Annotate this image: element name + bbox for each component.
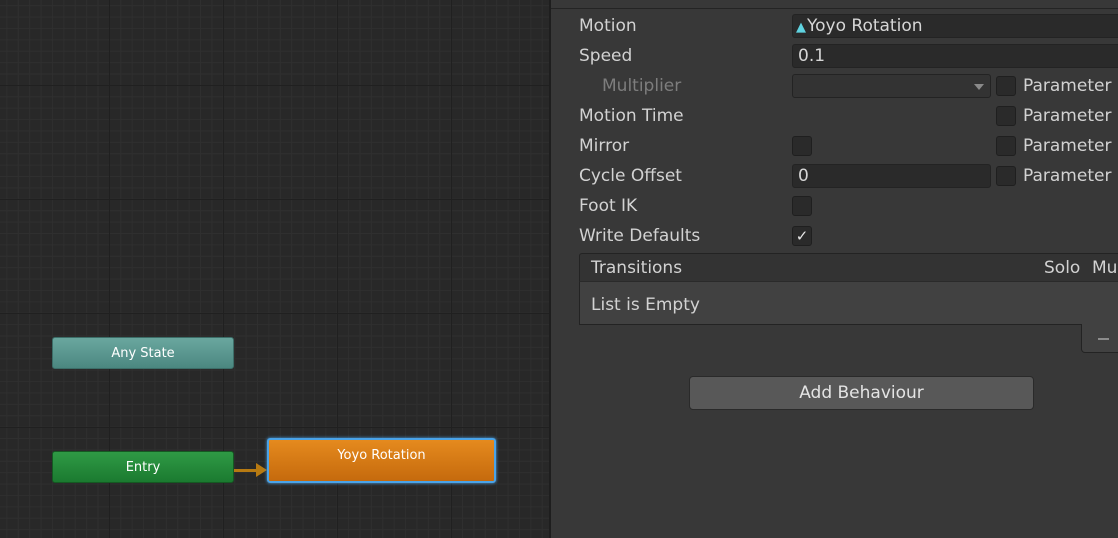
mirror-label: Mirror: [579, 136, 630, 156]
transition-arrow-icon: [256, 463, 267, 477]
multiplier-label: Multiplier: [602, 76, 682, 96]
transitions-title: Transitions: [591, 258, 683, 278]
motion-label: Motion: [579, 16, 637, 36]
checkmark-icon: ✓: [795, 227, 809, 245]
motion-time-parameter-label: Parameter: [1023, 106, 1112, 126]
speed-label: Speed: [579, 46, 633, 66]
solo-column-header: Solo: [1044, 258, 1081, 278]
animation-clip-icon: ▲: [796, 20, 806, 35]
motion-row: Motion ▲Yoyo Rotation: [551, 13, 1118, 39]
chevron-down-icon: [974, 84, 984, 90]
state-inspector: Motion ▲Yoyo Rotation Speed 0.1 Multipli…: [551, 0, 1118, 538]
entry-node[interactable]: Entry: [52, 451, 234, 483]
multiplier-parameter-checkbox[interactable]: [996, 76, 1016, 96]
multiplier-dropdown[interactable]: [792, 74, 991, 98]
foot-ik-label: Foot IK: [579, 196, 638, 216]
remove-transition-button[interactable]: [1081, 324, 1118, 353]
write-defaults-label: Write Defaults: [579, 226, 701, 246]
foot-ik-row: Foot IK: [551, 193, 1118, 219]
add-behaviour-button[interactable]: Add Behaviour: [689, 376, 1034, 410]
motion-time-row: Motion Time Parameter: [551, 103, 1118, 129]
transitions-header: Transitions Solo Mu: [579, 253, 1118, 281]
cycle-offset-parameter-label: Parameter: [1023, 166, 1112, 186]
speed-input[interactable]: 0.1: [792, 44, 1118, 68]
cycle-offset-parameter-checkbox[interactable]: [996, 166, 1016, 186]
mirror-parameter-checkbox[interactable]: [996, 136, 1016, 156]
multiplier-parameter-label: Parameter: [1023, 76, 1112, 96]
transitions-list: List is Empty: [579, 281, 1118, 325]
header-divider: [551, 8, 1118, 9]
cycle-offset-row: Cycle Offset 0 Parameter: [551, 163, 1118, 189]
minus-icon: [1098, 338, 1109, 340]
animator-graph[interactable]: Any State Entry Yoyo Rotation: [0, 0, 549, 538]
motion-time-parameter-checkbox[interactable]: [996, 106, 1016, 126]
entry-transition-line[interactable]: [234, 469, 258, 472]
motion-object-field[interactable]: ▲Yoyo Rotation: [792, 14, 1118, 38]
speed-row: Speed 0.1: [551, 43, 1118, 69]
mirror-parameter-label: Parameter: [1023, 136, 1112, 156]
mute-column-header: Mu: [1092, 258, 1118, 278]
cycle-offset-input[interactable]: 0: [792, 164, 991, 188]
mirror-row: Mirror Parameter: [551, 133, 1118, 159]
transitions-empty-text: List is Empty: [591, 295, 700, 315]
motion-value: Yoyo Rotation: [807, 16, 923, 36]
multiplier-row: Multiplier Parameter: [551, 73, 1118, 99]
motion-time-label: Motion Time: [579, 106, 684, 126]
any-state-label: Any State: [111, 345, 175, 361]
yoyo-rotation-state-node[interactable]: Yoyo Rotation: [267, 438, 496, 483]
write-defaults-row: Write Defaults ✓: [551, 223, 1118, 249]
yoyo-rotation-label: Yoyo Rotation: [337, 448, 426, 463]
cycle-offset-label: Cycle Offset: [579, 166, 682, 186]
entry-label: Entry: [125, 459, 161, 475]
foot-ik-checkbox[interactable]: [792, 196, 812, 216]
write-defaults-checkbox[interactable]: ✓: [792, 226, 812, 246]
any-state-node[interactable]: Any State: [52, 337, 234, 369]
mirror-checkbox[interactable]: [792, 136, 812, 156]
